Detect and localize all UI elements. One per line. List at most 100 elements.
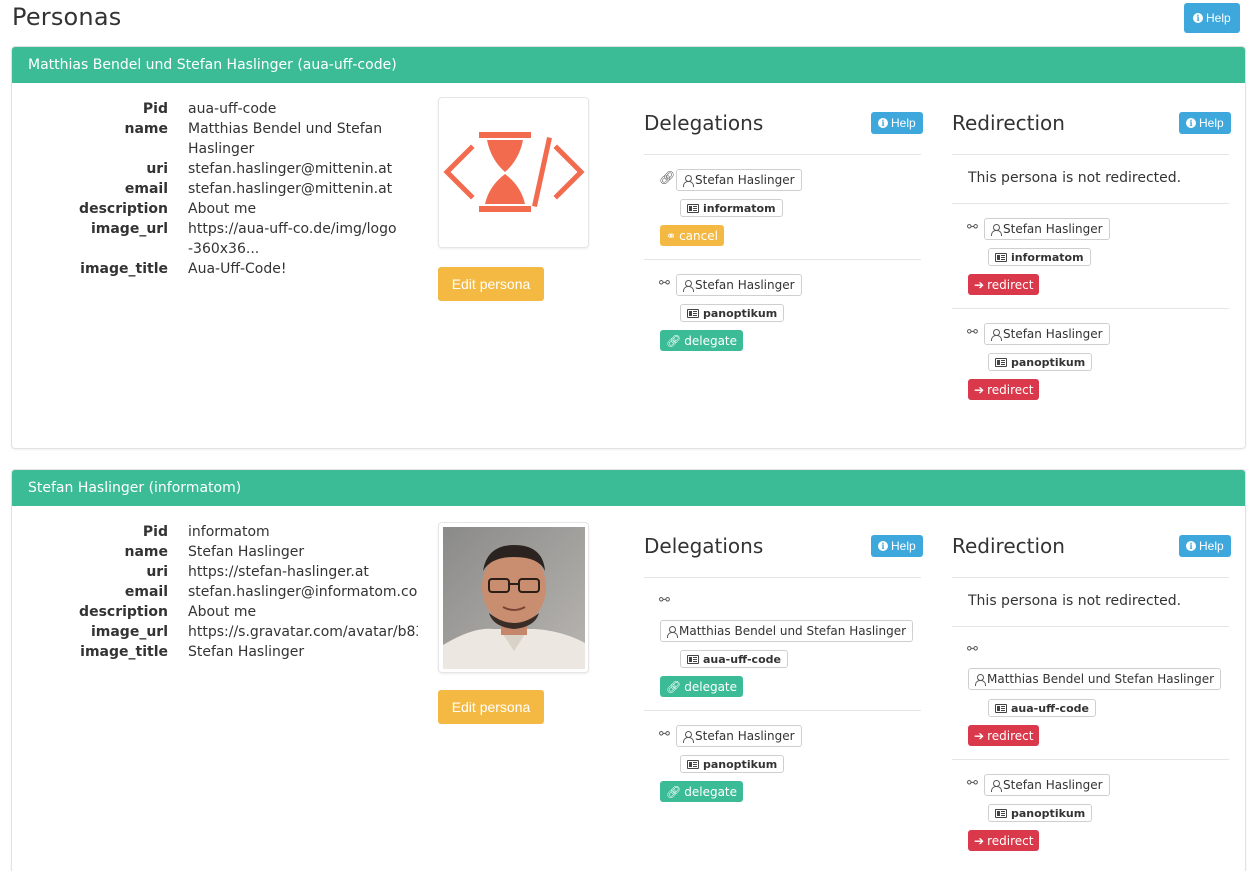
help-label: Help: [1199, 539, 1224, 553]
person-name: Stefan Haslinger: [1003, 222, 1103, 236]
id-card-icon: [995, 808, 1007, 818]
link-icon: 🔗︎: [666, 784, 682, 799]
prop-value: https://stefan-haslinger.at: [188, 564, 369, 580]
help-label: Help: [891, 116, 916, 130]
help-label: Help: [891, 539, 916, 553]
persona-properties: Pid informatom name Stefan Haslinger uri…: [12, 522, 432, 662]
info-icon: i: [1193, 13, 1203, 23]
prop-key: Pid: [142, 524, 168, 540]
person-pill[interactable]: Stefan Haslinger: [984, 218, 1110, 240]
delegations-title: Delegations: [644, 111, 764, 135]
prop-value: stefan.haslinger@mittenin.at: [188, 161, 393, 177]
person-pill[interactable]: Stefan Haslinger: [676, 725, 802, 747]
divider: [644, 154, 921, 155]
person-name: Stefan Haslinger: [1003, 327, 1103, 341]
prop-row: name Stefan Haslinger: [12, 542, 432, 562]
edit-persona-button[interactable]: Edit persona: [438, 690, 544, 724]
prop-value: Stefan Haslinger: [188, 644, 305, 660]
person-pill[interactable]: Matthias Bendel und Stefan Haslinger: [660, 620, 914, 642]
id-card-icon: [687, 308, 699, 318]
user-icon: [667, 625, 678, 638]
link-icon: 🔗︎: [666, 333, 682, 348]
edit-persona-button[interactable]: Edit persona: [438, 267, 544, 301]
redirect-button[interactable]: ➔ redirect: [968, 379, 1040, 400]
redirection-title: Redirection: [952, 534, 1065, 558]
prop-key: image_url: [90, 221, 168, 237]
unlink-icon: ⚯: [967, 776, 978, 791]
link-icon: 🔗︎: [659, 171, 676, 186]
unlink-icon: ⚯: [659, 276, 670, 291]
pid-pill[interactable]: panoptikum: [988, 804, 1093, 822]
info-icon: i: [878, 118, 888, 128]
action-label: delegate: [684, 679, 738, 694]
unlink-icon: ⚯: [659, 593, 670, 608]
delegate-button[interactable]: 🔗︎ delegate: [660, 330, 744, 351]
person-name: Stefan Haslinger: [1003, 778, 1103, 792]
person-pill[interactable]: Stefan Haslinger: [984, 323, 1110, 345]
id-card-icon: [687, 654, 699, 664]
prop-row: description About me: [12, 199, 432, 219]
action-label: redirect: [987, 728, 1034, 743]
cancel-button[interactable]: ⚭ cancel: [660, 225, 724, 246]
divider: [644, 259, 921, 260]
pid-pill[interactable]: informatom: [680, 199, 783, 217]
prop-value: https://aua-uff-co.de/img/logo-360x36...: [188, 221, 397, 257]
prop-row: description About me: [12, 602, 432, 622]
delegate-button[interactable]: 🔗︎ delegate: [660, 781, 744, 802]
pid-label: informatom: [1011, 250, 1084, 264]
pid-pill[interactable]: informatom: [988, 248, 1091, 266]
help-button[interactable]: i Help: [1184, 3, 1240, 33]
delegations-help-button[interactable]: i Help: [871, 112, 923, 134]
action-label: cancel: [679, 228, 718, 243]
persona-properties: Pid aua-uff-code name Matthias Bendel un…: [12, 99, 432, 279]
redirect-button[interactable]: ➔ redirect: [968, 830, 1040, 851]
redirection-status: This persona is not redirected.: [968, 170, 1182, 186]
person-name: Stefan Haslinger: [695, 729, 795, 743]
delegate-button[interactable]: 🔗︎ delegate: [660, 676, 744, 697]
person-pill[interactable]: Stefan Haslinger: [676, 169, 802, 191]
pid-label: panoptikum: [1011, 355, 1086, 369]
pid-pill[interactable]: panoptikum: [680, 755, 785, 773]
pid-pill[interactable]: aua-uff-code: [988, 699, 1096, 717]
redirection-help-button[interactable]: i Help: [1179, 535, 1231, 557]
id-card-icon: [995, 703, 1007, 713]
prop-row: Pid informatom: [12, 522, 432, 542]
divider: [644, 577, 921, 578]
pid-label: panoptikum: [703, 306, 778, 320]
delegations-help-button[interactable]: i Help: [871, 535, 923, 557]
pid-label: aua-uff-code: [1011, 701, 1089, 715]
unlink-icon: ⚯: [967, 220, 978, 235]
prop-key: description: [79, 201, 168, 217]
persona-image: [438, 97, 589, 248]
info-icon: i: [1186, 118, 1196, 128]
person-pill[interactable]: Stefan Haslinger: [984, 774, 1110, 796]
person-pill[interactable]: Stefan Haslinger: [676, 274, 802, 296]
prop-row: image_url https://aua-uff-co.de/img/logo…: [12, 219, 432, 259]
pid-pill[interactable]: panoptikum: [988, 353, 1093, 371]
prop-key: uri: [146, 564, 168, 580]
page-title: Personas: [12, 3, 122, 31]
pid-pill[interactable]: panoptikum: [680, 304, 785, 322]
person-pill[interactable]: Matthias Bendel und Stefan Haslinger: [968, 668, 1222, 690]
id-card-icon: [995, 252, 1007, 262]
redirect-button[interactable]: ➔ redirect: [968, 274, 1040, 295]
prop-value: About me: [188, 604, 257, 620]
prop-row: image_url https://s.gravatar.com/avatar/…: [12, 622, 432, 642]
redirect-button[interactable]: ➔ redirect: [968, 725, 1040, 746]
divider: [952, 154, 1229, 155]
persona-heading: Matthias Bendel und Stefan Haslinger (au…: [12, 47, 1245, 83]
prop-key: image_title: [80, 261, 168, 277]
prop-key: email: [124, 584, 168, 600]
prop-key: description: [79, 604, 168, 620]
prop-key: uri: [146, 161, 168, 177]
pid-pill[interactable]: aua-uff-code: [680, 650, 788, 668]
redirection-status: This persona is not redirected.: [968, 593, 1182, 609]
pid-label: panoptikum: [703, 757, 778, 771]
prop-value: About me: [188, 201, 257, 217]
pid-label: panoptikum: [1011, 806, 1086, 820]
prop-key: image_title: [80, 644, 168, 660]
redirection-help-button[interactable]: i Help: [1179, 112, 1231, 134]
persona-heading: Stefan Haslinger (informatom): [12, 470, 1245, 506]
prop-key: name: [124, 121, 169, 137]
prop-row: image_title Stefan Haslinger: [12, 642, 432, 662]
